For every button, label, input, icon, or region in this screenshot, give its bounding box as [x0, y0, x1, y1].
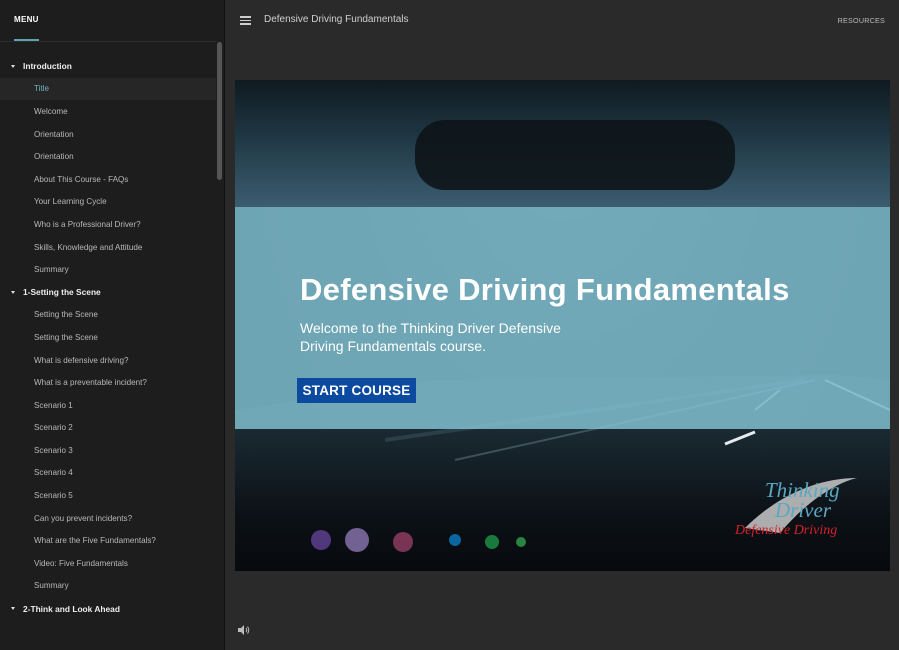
menu-item[interactable]: Summary [0, 575, 216, 598]
menu-item[interactable]: Scenario 2 [0, 417, 216, 440]
menu-item[interactable]: Welcome [0, 100, 216, 123]
menu-item[interactable]: What is a preventable incident? [0, 371, 216, 394]
menu-item[interactable]: Skills, Knowledge and Attitude [0, 236, 216, 259]
menu-item[interactable]: Scenario 3 [0, 439, 216, 462]
menu-item[interactable]: Who is a Professional Driver? [0, 213, 216, 236]
menu-list: Introduction Title Welcome Orientation Orien… [0, 55, 216, 620]
menu-divider [0, 41, 216, 42]
menu-item[interactable]: About This Course - FAQs [0, 168, 216, 191]
menu-tab[interactable]: MENU [14, 15, 39, 24]
menu-item[interactable]: Scenario 5 [0, 484, 216, 507]
menu-item[interactable]: Scenario 1 [0, 394, 216, 417]
menu-item[interactable]: Your Learning Cycle [0, 191, 216, 214]
menu-item[interactable]: What is defensive driving? [0, 349, 216, 372]
menu-item[interactable]: Title [0, 77, 216, 101]
slide-subtitle: Welcome to the Thinking Driver Defensive… [300, 320, 561, 354]
menu-section[interactable]: 1-Setting the Scene [0, 281, 216, 304]
caret-down-icon [11, 607, 15, 611]
caret-down-icon [11, 64, 15, 68]
menu-item[interactable]: What are the Five Fundamentals? [0, 529, 216, 552]
thinking-driver-logo: Thinking Driver Defensive Driving [735, 468, 875, 553]
course-title: Defensive Driving Fundamentals [264, 14, 409, 25]
dashboard-lights [311, 528, 526, 552]
logo-line2: Driver [775, 498, 831, 522]
slide-title: Defensive Driving Fundamentals [300, 272, 790, 307]
start-course-button[interactable]: START COURSE [297, 378, 416, 403]
sidebar: MENU Introduction Title Welcome Orientation… [0, 0, 225, 650]
menu-section-label: Introduction [23, 61, 72, 72]
resources-button[interactable]: RESOURCES [838, 16, 885, 25]
sidebar-scrollbar[interactable] [217, 42, 222, 180]
menu-item[interactable]: Setting the Scene [0, 326, 216, 349]
menu-section[interactable]: 2-Think and Look Ahead [0, 597, 216, 620]
menu-item[interactable]: Summary [0, 258, 216, 281]
hamburger-menu-icon[interactable] [240, 16, 251, 25]
menu-item[interactable]: Scenario 4 [0, 462, 216, 485]
menu-item[interactable]: Setting the Scene [0, 304, 216, 327]
logo-tagline: Defensive Driving [735, 523, 838, 538]
slide: Defensive Driving Fundamentals Welcome t… [235, 80, 890, 571]
caret-down-icon [11, 290, 15, 294]
menu-header: MENU [0, 0, 224, 42]
menu-section[interactable]: Introduction [0, 55, 216, 78]
menu-section-label: 2-Think and Look Ahead [23, 603, 120, 614]
top-bar: Defensive Driving Fundamentals RESOURCES [226, 0, 899, 42]
menu-section-label: 1-Setting the Scene [23, 287, 101, 298]
volume-icon[interactable] [238, 625, 250, 635]
menu-item[interactable]: Orientation [0, 123, 216, 146]
menu-item[interactable]: Orientation [0, 145, 216, 168]
menu-item[interactable]: Video: Five Fundamentals [0, 552, 216, 575]
menu-item[interactable]: Can you prevent incidents? [0, 507, 216, 530]
